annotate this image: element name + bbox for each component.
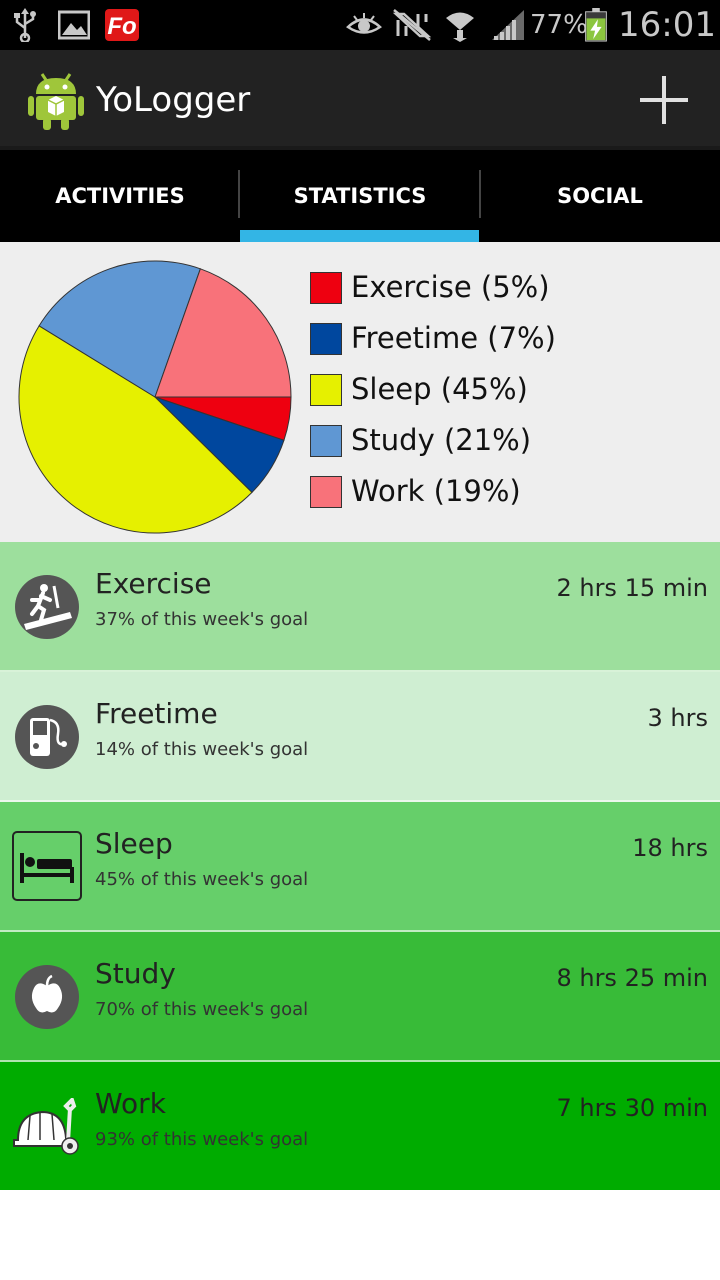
activity-name: Exercise: [95, 567, 212, 600]
action-bar: YoLogger: [0, 50, 720, 150]
activity-goal-progress: 14% of this week's goal: [95, 739, 309, 760]
activity-row-freetime[interactable]: Freetime 14% of this week's goal 3 hrs: [0, 672, 720, 802]
activity-goal-progress: 93% of this week's goal: [95, 1129, 309, 1150]
hardhat-wrench-icon: [13, 1098, 79, 1155]
tab-bar: ACTIVITIES STATISTICS SOCIAL: [0, 150, 720, 242]
legend-swatch: [310, 323, 342, 355]
status-bar: Fo 77% 16:01: [0, 0, 720, 50]
activity-duration: 3 hrs: [647, 704, 708, 732]
tab-activities[interactable]: ACTIVITIES: [0, 150, 240, 242]
pie-chart: [18, 260, 292, 534]
bed-icon: [12, 831, 82, 901]
battery-charging-icon: [585, 8, 607, 42]
selected-tab-indicator: [240, 230, 479, 242]
add-button[interactable]: [628, 74, 700, 126]
activity-row-work[interactable]: Work 93% of this week's goal 7 hrs 30 mi…: [0, 1062, 720, 1192]
app-title: YoLogger: [96, 80, 251, 120]
fo-app-icon: Fo: [105, 9, 139, 41]
signal-icon: [492, 10, 524, 40]
plus-icon: [640, 76, 688, 124]
activity-duration: 2 hrs 15 min: [556, 574, 708, 602]
clock: 16:01: [618, 5, 716, 45]
activity-duration: 18 hrs: [632, 834, 708, 862]
legend-item-freetime: Freetime (7%): [310, 321, 710, 357]
treadmill-icon: [15, 575, 79, 639]
eye-icon: [346, 13, 382, 34]
tab-social[interactable]: SOCIAL: [480, 150, 720, 242]
legend-label: Sleep (45%): [351, 372, 528, 406]
tab-statistics[interactable]: STATISTICS: [240, 150, 480, 242]
svg-text:Fo: Fo: [107, 13, 136, 40]
legend-label: Exercise (5%): [351, 270, 550, 304]
activity-row-sleep[interactable]: Sleep 45% of this week's goal 18 hrs: [0, 802, 720, 932]
android-app-logo-icon: [28, 73, 84, 130]
legend-swatch: [310, 425, 342, 457]
legend-swatch: [310, 374, 342, 406]
legend-item-sleep: Sleep (45%): [310, 372, 710, 408]
legend-item-study: Study (21%): [310, 423, 710, 459]
usb-icon: [14, 8, 36, 42]
activity-goal-progress: 45% of this week's goal: [95, 869, 309, 890]
activity-goal-progress: 37% of this week's goal: [95, 609, 309, 630]
wifi-icon: [446, 12, 474, 42]
apple-icon: [15, 965, 79, 1029]
activity-name: Freetime: [95, 697, 218, 730]
legend-label: Freetime (7%): [351, 321, 556, 355]
activity-goal-progress: 70% of this week's goal: [95, 999, 309, 1020]
legend-item-exercise: Exercise (5%): [310, 270, 710, 306]
nfc-icon: [392, 9, 432, 41]
legend-swatch: [310, 272, 342, 304]
legend-swatch: [310, 476, 342, 508]
activity-name: Sleep: [95, 827, 173, 860]
activity-row-exercise[interactable]: Exercise 37% of this week's goal 2 hrs 1…: [0, 542, 720, 672]
activity-duration: 8 hrs 25 min: [556, 964, 708, 992]
legend-item-work: Work (19%): [310, 474, 710, 510]
gallery-icon: [58, 10, 90, 40]
music-player-icon: [15, 705, 79, 769]
empty-space: [0, 1190, 720, 1280]
legend-label: Work (19%): [351, 474, 521, 508]
battery-percent: 77%: [530, 10, 588, 40]
activity-name: Study: [95, 957, 176, 990]
activity-duration: 7 hrs 30 min: [556, 1094, 708, 1122]
legend-label: Study (21%): [351, 423, 532, 457]
activity-name: Work: [95, 1087, 166, 1120]
activity-row-study[interactable]: Study 70% of this week's goal 8 hrs 25 m…: [0, 932, 720, 1062]
